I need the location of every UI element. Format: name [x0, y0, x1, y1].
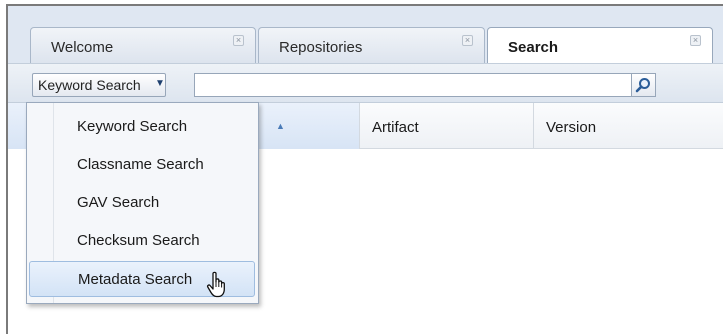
hand-pointer-icon — [206, 271, 225, 298]
search-toolbar: Keyword Search ▼ — [8, 63, 723, 103]
search-button[interactable] — [632, 73, 656, 97]
menu-item-label: GAV Search — [77, 194, 160, 211]
column-label: Version — [546, 119, 597, 136]
tab-close-icon[interactable]: × — [462, 35, 473, 46]
tab-label: Welcome — [51, 39, 114, 56]
menu-item-classname-search[interactable]: Classname Search — [29, 147, 255, 183]
column-header-version[interactable]: Version — [534, 103, 723, 149]
tab-strip: Welcome × Repositories × Search × — [8, 6, 723, 64]
menu-item-label: Metadata Search — [78, 271, 193, 288]
tab-close-icon[interactable]: × — [233, 35, 244, 46]
menu-item-checksum-search[interactable]: Checksum Search — [29, 223, 255, 259]
tab-welcome[interactable]: Welcome × — [30, 27, 256, 63]
menu-item-label: Classname Search — [77, 156, 204, 173]
sort-ascending-icon: ▲ — [276, 121, 285, 131]
menu-item-label: Keyword Search — [77, 118, 188, 135]
menu-item-label: Checksum Search — [77, 232, 200, 249]
menu-item-keyword-search[interactable]: Keyword Search — [29, 109, 255, 145]
tab-search[interactable]: Search × — [487, 27, 713, 64]
tab-repositories[interactable]: Repositories × — [258, 27, 485, 63]
menu-item-gav-search[interactable]: GAV Search — [29, 185, 255, 221]
tab-close-icon[interactable]: × — [690, 35, 701, 46]
tab-label: Repositories — [279, 39, 363, 56]
tab-label: Search — [508, 39, 559, 56]
search-type-dropdown-button[interactable]: Keyword Search ▼ — [32, 73, 166, 97]
search-icon — [635, 78, 650, 93]
search-input[interactable] — [194, 73, 632, 97]
column-label: Artifact — [372, 119, 419, 136]
chevron-down-icon: ▼ — [155, 78, 165, 89]
search-type-label: Keyword Search — [38, 77, 141, 93]
column-header-artifact[interactable]: Artifact — [360, 103, 534, 149]
